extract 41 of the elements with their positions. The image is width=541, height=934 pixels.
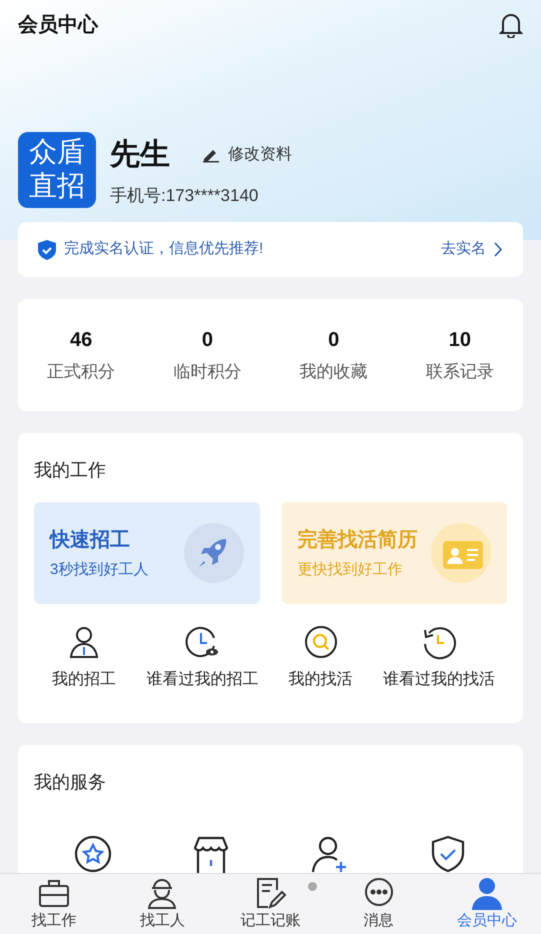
section-title: 我的服务 [34,771,107,794]
stat-label: 临时积分 [173,361,242,384]
shield-check-icon [38,240,56,260]
tab[interactable]: 会员中心 [432,874,541,934]
page-title: 会员中心 [18,12,98,38]
tab[interactable]: 找工作 [0,874,108,934]
brand-logo: 众盾 直招 [18,132,96,208]
tab[interactable]: 消息 [324,874,433,934]
shortcut-button[interactable]: 谁看过我的招工 [134,624,270,692]
phone-number: 手机号:173****3140 [110,185,260,207]
verify-link[interactable]: 去实名 [441,238,503,261]
chevron-right-icon [494,242,503,257]
clock-eye-icon [184,624,220,660]
stat-label: 正式积分 [47,361,116,384]
verify-message: 完成实名认证，信息优先推荐! [64,239,264,260]
stat-value: 10 [448,328,471,354]
section-title: 我的工作 [34,459,107,482]
rocket-icon [184,523,244,583]
search-icon [302,624,338,660]
promo-title: 完善找活简历 [298,527,418,553]
promo-title: 快速招工 [50,528,131,553]
promo-card[interactable]: 快速招工 3秒找到好工人 [34,502,260,604]
user-icon [470,876,504,910]
stat-value: 0 [202,328,213,354]
shortcut-button[interactable]: 我的找活 [270,624,370,692]
bell-icon[interactable] [499,12,523,38]
shortcut-button[interactable]: 我的招工 [34,624,134,692]
stat-value: 46 [70,328,92,354]
id-card-icon [431,523,491,583]
stat-label: 联系记录 [426,361,494,384]
edit-profile-link[interactable]: 修改资料 [202,142,292,166]
verify-banner[interactable]: 完成实名认证，信息优先推荐! 去实名 [18,222,523,277]
promo-subtitle: 更快找到好工作 [298,560,404,580]
promo-subtitle: 3秒找到好工人 [50,560,148,580]
service-button[interactable] [73,834,114,873]
user-name: 先生 [110,137,170,173]
stat-value: 0 [328,328,340,354]
stat-label: 我的收藏 [300,361,368,384]
shortcut-button[interactable]: 谁看过我的找活 [370,624,507,692]
tab[interactable]: 找工人 [108,874,216,934]
tab[interactable]: 记工记账 [216,874,325,934]
